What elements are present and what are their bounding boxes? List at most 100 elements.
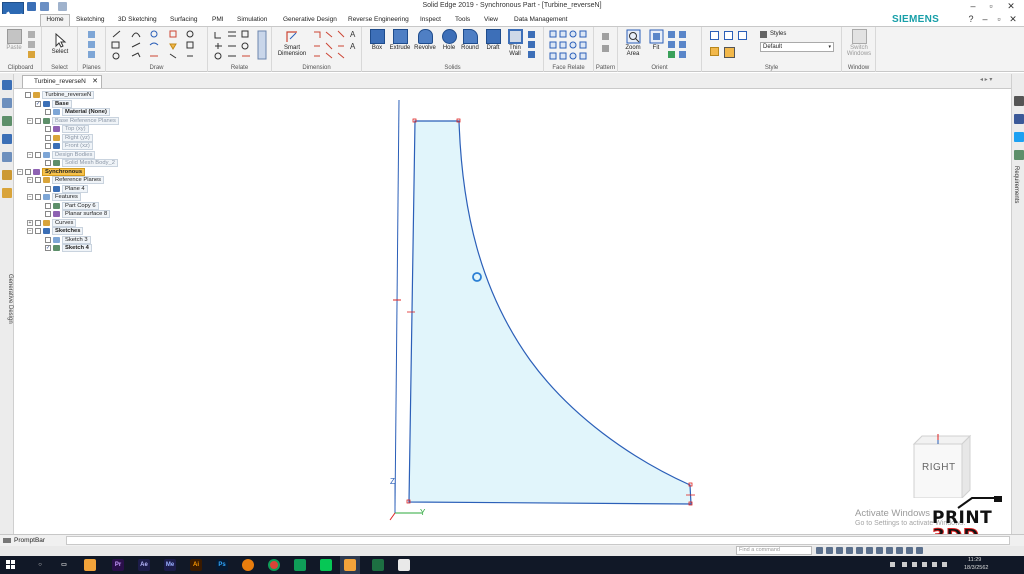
tree-visibility-checkbox[interactable] bbox=[45, 160, 51, 166]
illustrator-icon[interactable]: Ai bbox=[190, 559, 202, 571]
cut-icon[interactable] bbox=[28, 31, 35, 38]
paste-button[interactable]: Paste bbox=[3, 29, 25, 51]
status-icon-7[interactable] bbox=[876, 547, 883, 554]
tree-visibility-checkbox[interactable] bbox=[45, 134, 51, 141]
tree-item[interactable]: − Design Bodies bbox=[27, 150, 96, 159]
view-icon-2[interactable] bbox=[679, 41, 686, 48]
excel-icon[interactable] bbox=[372, 559, 384, 571]
format-painter-icon[interactable] bbox=[28, 51, 35, 58]
tab-data-management[interactable]: Data Management bbox=[512, 14, 569, 26]
view-style-icon-3[interactable] bbox=[738, 31, 747, 40]
windows-start-icon[interactable] bbox=[6, 560, 16, 570]
tree-item[interactable]: Right (yz) bbox=[37, 133, 93, 142]
hole-button[interactable]: Hole bbox=[439, 29, 459, 51]
tree-visibility-checkbox[interactable]: ✓ bbox=[45, 245, 51, 251]
tree-visibility-checkbox[interactable] bbox=[35, 151, 41, 158]
chrome-icon[interactable] bbox=[268, 559, 280, 571]
tree-visibility-checkbox[interactable] bbox=[25, 168, 31, 175]
after-effects-icon[interactable]: Ae bbox=[138, 559, 150, 571]
round-button[interactable]: Round bbox=[459, 29, 481, 51]
solids-extra-icon-3[interactable] bbox=[528, 51, 535, 58]
key-icon[interactable] bbox=[2, 188, 12, 198]
status-icon-3[interactable] bbox=[836, 547, 843, 554]
tree-item[interactable]: − Features bbox=[27, 193, 81, 201]
help-icon[interactable]: ? bbox=[964, 14, 978, 25]
tree-expander-icon[interactable]: − bbox=[27, 194, 33, 200]
maximize-button[interactable]: ▫ bbox=[984, 1, 998, 12]
thin-wall-button[interactable]: Thin Wall bbox=[506, 29, 524, 57]
doc-minimize-button[interactable]: – bbox=[978, 14, 992, 25]
photoshop-icon[interactable]: Ps bbox=[216, 559, 228, 571]
document-tab[interactable]: Turbine_reverseN ✕ bbox=[22, 75, 102, 88]
tree-item[interactable]: Plane 4 bbox=[37, 184, 88, 193]
plane-offset-icon[interactable] bbox=[88, 41, 95, 48]
rotate-icon[interactable] bbox=[668, 51, 675, 58]
tab-home[interactable]: Home bbox=[40, 14, 70, 26]
twitter-icon[interactable] bbox=[1014, 132, 1024, 142]
status-icon-4[interactable] bbox=[846, 547, 853, 554]
tab-sketching[interactable]: Sketching bbox=[74, 14, 107, 26]
tree-visibility-checkbox[interactable] bbox=[45, 211, 51, 217]
tree-item[interactable]: − Synchronous bbox=[17, 167, 86, 176]
tree-visibility-checkbox[interactable]: ✓ bbox=[35, 100, 41, 107]
pan-icon[interactable] bbox=[668, 41, 675, 48]
extrude-button[interactable]: Extrude bbox=[388, 29, 412, 51]
tab-view[interactable]: View bbox=[482, 14, 500, 26]
tree-visibility-checkbox[interactable] bbox=[35, 194, 41, 200]
style-dropdown[interactable]: Default ▾ bbox=[760, 42, 834, 52]
graphics-window[interactable]: Z Y bbox=[150, 90, 1010, 532]
shaded-style-icon[interactable] bbox=[710, 47, 719, 56]
tree-item[interactable]: Turbine_reverseN bbox=[17, 91, 95, 99]
tree-item[interactable]: Solid Mesh Body_2 bbox=[37, 159, 118, 167]
taskbar-clock-date[interactable]: 18/3/2562 bbox=[964, 565, 988, 571]
tree-visibility-checkbox[interactable] bbox=[45, 202, 51, 209]
tab-tools[interactable]: Tools bbox=[453, 14, 472, 26]
facebook-icon[interactable] bbox=[1014, 114, 1024, 124]
tree-item[interactable]: − Base Reference Planes bbox=[27, 116, 119, 125]
tab-inspect[interactable]: Inspect bbox=[418, 14, 443, 26]
tab-generative-design[interactable]: Generative Design bbox=[281, 14, 339, 26]
tree-item[interactable]: Planar surface 8 bbox=[37, 210, 111, 218]
copy-icon[interactable] bbox=[28, 41, 35, 48]
wrench-icon[interactable] bbox=[2, 170, 12, 180]
box-button[interactable]: Box bbox=[366, 29, 388, 51]
minimize-button[interactable]: – bbox=[966, 1, 980, 12]
close-icon[interactable]: ✕ bbox=[92, 76, 98, 88]
solids-extra-icon-1[interactable] bbox=[528, 31, 535, 38]
tree-expander-icon[interactable]: + bbox=[27, 219, 33, 226]
select-button[interactable]: Select bbox=[48, 33, 72, 55]
tree-item[interactable]: ✓ Sketch 4 bbox=[37, 244, 92, 252]
face-relate-icons[interactable] bbox=[548, 29, 592, 61]
teamcenter-icon[interactable] bbox=[2, 134, 12, 144]
tree-item[interactable]: Front (xz) bbox=[37, 142, 93, 150]
status-icon-10[interactable] bbox=[906, 547, 913, 554]
file-manager-icon[interactable] bbox=[84, 559, 96, 571]
draft-button[interactable]: Draft bbox=[482, 29, 504, 51]
prompt-bar-field[interactable] bbox=[66, 536, 1010, 545]
doc-close-button[interactable]: ✕ bbox=[1006, 14, 1020, 25]
solid-edge-icon[interactable] bbox=[344, 559, 356, 571]
tree-expander-icon[interactable]: − bbox=[27, 117, 33, 124]
status-icon-11[interactable] bbox=[916, 547, 923, 554]
tree-item[interactable]: Material (None) bbox=[37, 108, 110, 116]
tree-item[interactable]: − Sketches bbox=[27, 227, 84, 235]
tree-expander-icon[interactable]: − bbox=[27, 177, 33, 183]
view-cube[interactable]: RIGHT bbox=[912, 434, 972, 500]
tab-scroll-arrows[interactable]: ◂ ▸ ▾ bbox=[980, 76, 992, 83]
taskbar-clock-time[interactable]: 11:29 bbox=[968, 557, 981, 563]
pathfinder-icon[interactable] bbox=[2, 80, 12, 90]
plane-angle-icon[interactable] bbox=[88, 51, 95, 58]
revolve-button[interactable]: Revolve bbox=[413, 29, 437, 51]
view-icon-1[interactable] bbox=[679, 31, 686, 38]
tree-visibility-checkbox[interactable] bbox=[45, 185, 51, 192]
shaded-edges-style-icon[interactable] bbox=[724, 47, 735, 58]
doc-restore-button[interactable]: ▫ bbox=[992, 14, 1006, 25]
status-icon-5[interactable] bbox=[856, 547, 863, 554]
requirements-side-tab[interactable]: Requirements bbox=[1013, 166, 1019, 203]
tree-visibility-checkbox[interactable] bbox=[45, 126, 51, 132]
mirror-icon[interactable] bbox=[602, 45, 609, 52]
draw-tools-icons[interactable] bbox=[110, 29, 206, 61]
tree-visibility-checkbox[interactable] bbox=[45, 143, 51, 149]
tree-visibility-checkbox[interactable] bbox=[45, 109, 51, 115]
tab-3d-sketching[interactable]: 3D Sketching bbox=[116, 14, 159, 26]
